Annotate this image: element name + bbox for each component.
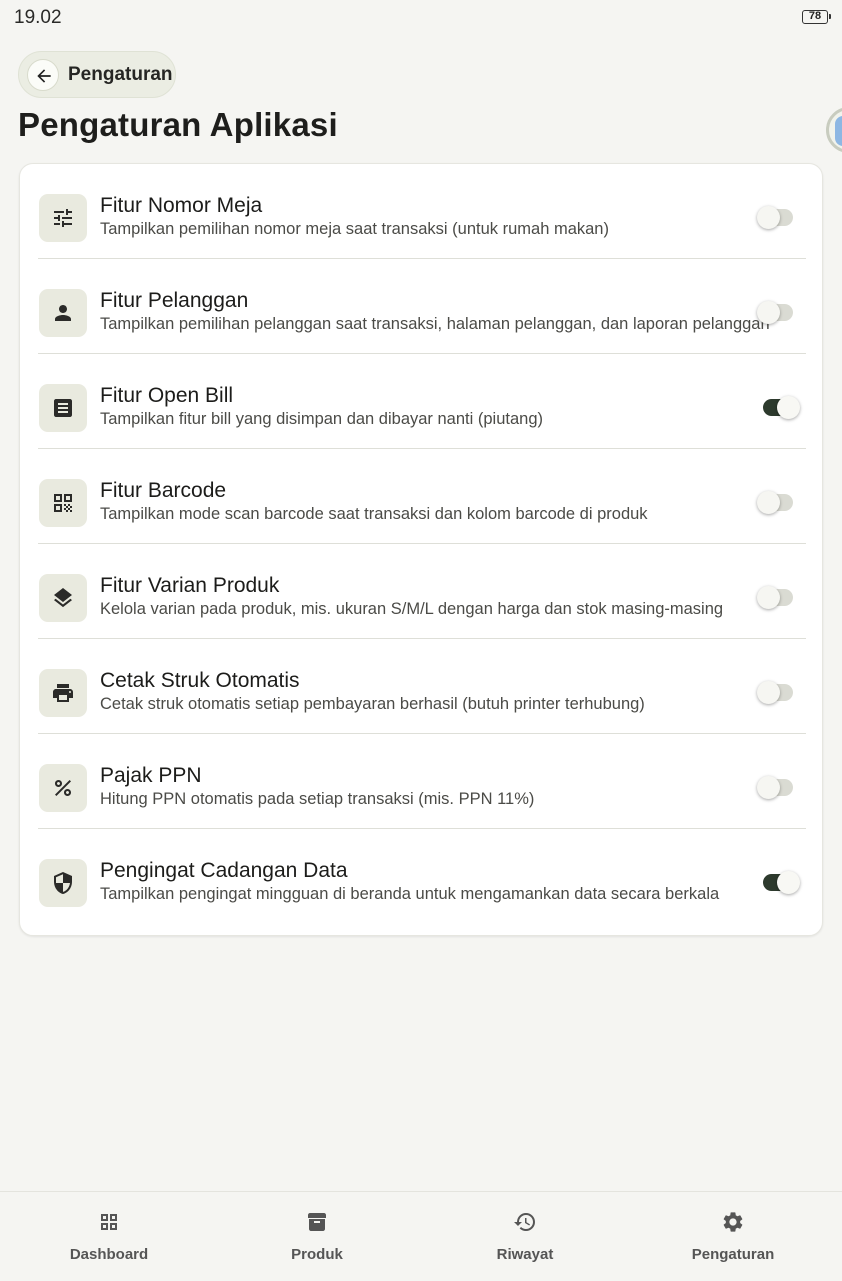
setting-description: Tampilkan pengingat mingguan di beranda …	[100, 885, 720, 903]
toggle-switch[interactable]	[757, 301, 793, 324]
toggle-switch[interactable]	[763, 871, 800, 894]
nav-label: Dashboard	[69, 1246, 149, 1263]
toggle-knob	[757, 776, 780, 799]
toggle-switch[interactable]	[757, 681, 793, 704]
nav-label: Riwayat	[496, 1246, 554, 1263]
toggle-knob	[757, 681, 780, 704]
setting-row-pajak-ppn[interactable]: Pajak PPN Hitung PPN otomatis pada setia…	[20, 734, 824, 829]
toggle-knob	[777, 871, 800, 894]
setting-row-nomor-meja[interactable]: Fitur Nomor Meja Tampilkan pemilihan nom…	[20, 164, 824, 259]
person-icon	[39, 289, 87, 337]
setting-title: Fitur Open Bill	[100, 384, 234, 407]
back-button[interactable]: Pengaturan	[18, 51, 176, 98]
toggle-switch[interactable]	[763, 396, 800, 419]
page-title: Pengaturan Aplikasi	[18, 106, 338, 143]
setting-row-cadangan-data[interactable]: Pengingat Cadangan Data Tampilkan pengin…	[20, 829, 824, 924]
nav-label: Pengaturan	[691, 1246, 775, 1263]
back-label: Pengaturan	[68, 64, 173, 85]
toggle-knob	[777, 396, 800, 419]
setting-description: Hitung PPN otomatis pada setiap transaks…	[100, 790, 535, 808]
archive-icon	[304, 1209, 330, 1235]
receipt-icon	[39, 384, 87, 432]
setting-title: Pajak PPN	[100, 764, 202, 787]
setting-description: Tampilkan pemilihan pelanggan saat trans…	[100, 315, 770, 333]
arrow-left-icon	[27, 59, 59, 91]
toggle-knob	[757, 301, 780, 324]
setting-description: Tampilkan fitur bill yang disimpan dan d…	[100, 410, 543, 428]
toggle-knob	[757, 586, 780, 609]
status-bar: 19.02 78	[0, 0, 842, 38]
history-icon	[512, 1209, 538, 1235]
layers-icon	[39, 574, 87, 622]
setting-row-varian-produk[interactable]: Fitur Varian Produk Kelola varian pada p…	[20, 544, 824, 639]
toggle-switch[interactable]	[757, 776, 793, 799]
bottom-navigation: Dashboard Produk Riwayat Pengaturan	[0, 1191, 842, 1281]
nav-label: Produk	[291, 1246, 343, 1263]
shield-icon	[39, 859, 87, 907]
qr-code-icon	[39, 479, 87, 527]
setting-description: Cetak struk otomatis setiap pembayaran b…	[100, 695, 645, 713]
gear-icon	[720, 1209, 746, 1235]
dashboard-icon	[96, 1209, 122, 1235]
setting-title: Cetak Struk Otomatis	[100, 669, 300, 692]
setting-description: Kelola varian pada produk, mis. ukuran S…	[100, 600, 724, 618]
nav-item-dashboard[interactable]: Dashboard	[4, 1192, 214, 1281]
toggle-switch[interactable]	[757, 586, 793, 609]
toggle-switch[interactable]	[757, 206, 793, 229]
battery-icon: 78	[802, 10, 831, 24]
status-time: 19.02	[14, 7, 62, 28]
settings-card: Fitur Nomor Meja Tampilkan pemilihan nom…	[19, 163, 823, 936]
setting-title: Fitur Barcode	[100, 479, 227, 502]
setting-row-open-bill[interactable]: Fitur Open Bill Tampilkan fitur bill yan…	[20, 354, 824, 449]
nav-item-produk[interactable]: Produk	[212, 1192, 422, 1281]
floating-bubble-icon[interactable]	[826, 107, 842, 153]
toggle-knob	[757, 206, 780, 229]
setting-title: Fitur Pelanggan	[100, 289, 249, 312]
setting-description: Tampilkan pemilihan nomor meja saat tran…	[100, 220, 609, 238]
tune-icon	[39, 194, 87, 242]
setting-title: Fitur Varian Produk	[100, 574, 280, 597]
percent-icon	[39, 764, 87, 812]
setting-row-cetak-struk[interactable]: Cetak Struk Otomatis Cetak struk otomati…	[20, 639, 824, 734]
printer-icon	[39, 669, 87, 717]
toggle-switch[interactable]	[757, 491, 793, 514]
toggle-knob	[757, 491, 780, 514]
setting-title: Pengingat Cadangan Data	[100, 859, 348, 882]
nav-item-riwayat[interactable]: Riwayat	[420, 1192, 630, 1281]
setting-description: Tampilkan mode scan barcode saat transak…	[100, 505, 648, 523]
setting-title: Fitur Nomor Meja	[100, 194, 263, 217]
setting-row-pelanggan[interactable]: Fitur Pelanggan Tampilkan pemilihan pela…	[20, 259, 824, 354]
setting-row-barcode[interactable]: Fitur Barcode Tampilkan mode scan barcod…	[20, 449, 824, 544]
nav-item-pengaturan[interactable]: Pengaturan	[628, 1192, 838, 1281]
